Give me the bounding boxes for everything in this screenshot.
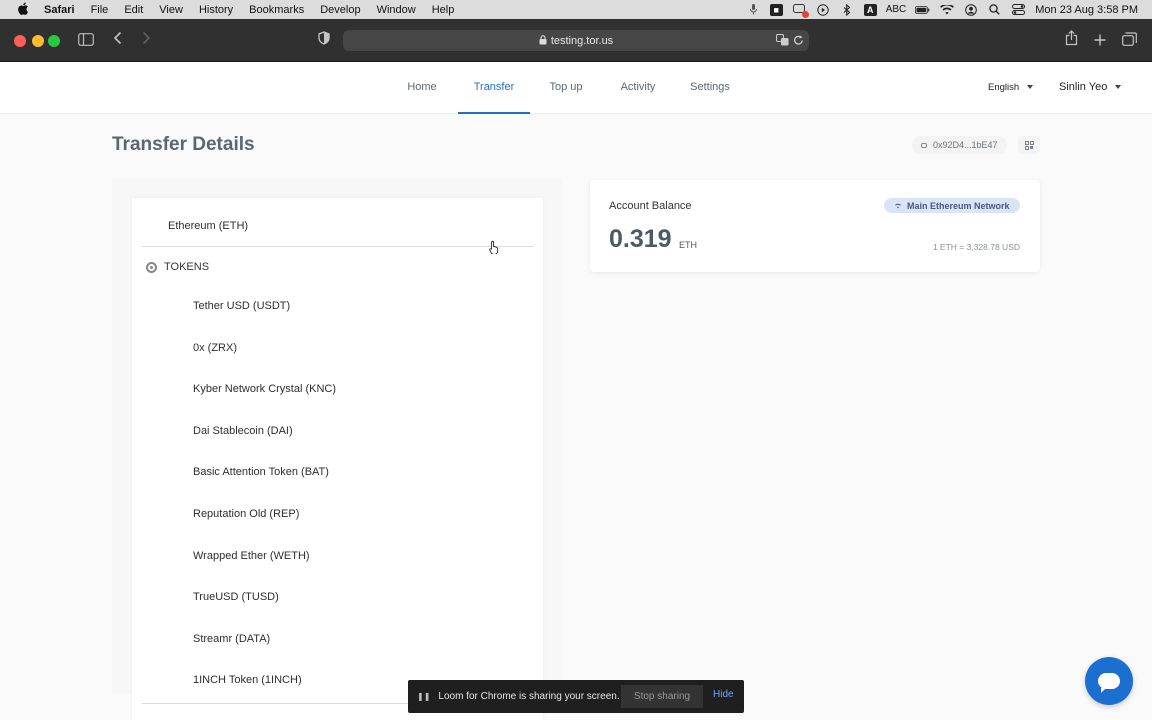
list-item[interactable]: Wrapped Ether (WETH)	[193, 550, 310, 562]
tab-home[interactable]: Home	[398, 62, 446, 114]
macos-menubar: Safari File Edit View History Bookmarks …	[0, 0, 1152, 19]
tab-overview-icon[interactable]	[1122, 31, 1137, 51]
input-source-icon[interactable]: A	[863, 3, 877, 16]
user-name: Sinlin Yeo	[1059, 81, 1108, 93]
menu-bookmarks[interactable]: Bookmarks	[249, 4, 304, 16]
list-item[interactable]: Kyber Network Crystal (KNC)	[193, 383, 336, 395]
stop-sharing-button[interactable]: Stop sharing	[621, 685, 703, 708]
share-icon[interactable]	[1065, 30, 1078, 50]
url-text: testing.tor.us	[550, 34, 614, 47]
menu-history[interactable]: History	[199, 4, 233, 16]
chevron-down-icon	[1027, 85, 1034, 90]
language-label: English	[988, 82, 1020, 93]
list-item-ethereum[interactable]: Ethereum (ETH)	[168, 220, 248, 232]
language-selector[interactable]: English	[988, 82, 1034, 93]
input-source-label[interactable]: ABC	[886, 4, 907, 15]
page-title: Transfer Details	[112, 134, 255, 155]
list-item[interactable]: Reputation Old (REP)	[193, 508, 299, 520]
exchange-rate: 1 ETH = 3,328.78 USD	[932, 242, 1020, 252]
menu-develop[interactable]: Develop	[320, 4, 360, 16]
list-item[interactable]: TrueUSD (TUSD)	[193, 591, 279, 603]
back-icon[interactable]	[113, 30, 123, 50]
menu-app-name[interactable]: Safari	[44, 4, 75, 16]
tab-transfer[interactable]: Transfer	[458, 62, 530, 114]
account-balance-card: Account Balance Main Ethereum Network 0.…	[590, 180, 1040, 272]
tab-top-up[interactable]: Top up	[540, 62, 592, 114]
status-tray: ■ A ABC Mon 23 Aug 3:58 PM	[746, 0, 1138, 19]
menu-file[interactable]: File	[91, 4, 109, 16]
tab-activity[interactable]: Activity	[610, 62, 666, 114]
wifi-icon[interactable]	[939, 4, 954, 16]
list-item[interactable]: Basic Attention Token (BAT)	[193, 466, 329, 478]
divider	[142, 246, 534, 247]
hide-button[interactable]: Hide	[713, 689, 734, 700]
bluetooth-icon[interactable]	[840, 3, 855, 16]
screen-share-notification: ❚❚ Loom for Chrome is sharing your scree…	[408, 680, 744, 713]
user-menu[interactable]: Sinlin Yeo	[1059, 81, 1122, 93]
wallet-icon	[921, 142, 927, 148]
app-header: Home Transfer Top up Activity Settings E…	[0, 62, 1152, 114]
translate-icon[interactable]	[776, 34, 789, 49]
menu-edit[interactable]: Edit	[124, 4, 143, 16]
wallet-address: 0x92D4...1bE47	[933, 140, 998, 150]
chevron-down-icon	[1115, 85, 1122, 90]
minimize-window-button[interactable]	[32, 35, 44, 47]
qr-code-icon	[1024, 140, 1034, 150]
address-bar[interactable]: testing.tor.us	[343, 30, 809, 51]
network-badge[interactable]: Main Ethereum Network	[884, 198, 1020, 213]
menu-help[interactable]: Help	[432, 4, 455, 16]
chat-support-button[interactable]	[1085, 657, 1133, 705]
control-center-icon[interactable]	[1011, 4, 1026, 16]
qr-code-button[interactable]	[1018, 136, 1040, 154]
list-item[interactable]: Dai Stablecoin (DAI)	[193, 425, 293, 437]
microphone-icon[interactable]	[746, 4, 761, 16]
lock-icon	[539, 34, 547, 47]
tokens-section-label: TOKENS	[164, 261, 210, 273]
balance-value: 0.319	[609, 225, 672, 253]
reload-icon[interactable]	[793, 34, 804, 49]
sidebar-toggle-icon[interactable]	[78, 31, 94, 51]
list-item[interactable]: Tether USD (USDT)	[193, 300, 290, 312]
privacy-shield-icon[interactable]	[318, 30, 330, 50]
menu-view[interactable]: View	[159, 4, 183, 16]
user-icon[interactable]	[963, 3, 978, 16]
apple-menu-icon[interactable]	[16, 2, 30, 18]
list-item[interactable]: Streamr (DATA)	[193, 633, 270, 645]
wallet-address-chip[interactable]: 0x92D4...1bE47	[912, 136, 1007, 154]
battery-icon[interactable]	[915, 4, 930, 16]
zoom-window-button[interactable]	[48, 35, 60, 47]
gear-icon	[146, 261, 157, 273]
balance-unit: ETH	[679, 240, 697, 250]
browser-toolbar: testing.tor.us	[0, 19, 1152, 62]
tokens-section-header: TOKENS	[146, 261, 209, 273]
network-name: Main Ethereum Network	[907, 200, 1010, 211]
list-item[interactable]: 1INCH Token (1INCH)	[193, 674, 302, 686]
new-tab-icon[interactable]	[1094, 31, 1106, 51]
zoom-icon[interactable]: ■	[769, 3, 783, 16]
list-item[interactable]: 0x (ZRX)	[193, 342, 237, 354]
chat-bubble-icon	[1098, 673, 1120, 693]
play-icon[interactable]	[816, 3, 831, 16]
forward-icon[interactable]	[141, 30, 151, 50]
menubar-clock[interactable]: Mon 23 Aug 3:58 PM	[1035, 4, 1138, 16]
signal-icon	[895, 203, 901, 209]
spotlight-icon[interactable]	[987, 4, 1002, 16]
tab-settings[interactable]: Settings	[680, 62, 740, 114]
balance-label: Account Balance	[609, 200, 692, 212]
hand-cursor-icon	[489, 240, 499, 254]
pause-icon[interactable]: ❚❚	[417, 692, 430, 701]
token-select-list[interactable]: Ethereum (ETH) TOKENS Tether USD (USDT) …	[132, 198, 543, 720]
menu-window[interactable]: Window	[377, 4, 416, 16]
share-message: Loom for Chrome is sharing your screen.	[438, 691, 620, 702]
close-window-button[interactable]	[14, 35, 26, 47]
notification-icon[interactable]	[792, 4, 809, 18]
